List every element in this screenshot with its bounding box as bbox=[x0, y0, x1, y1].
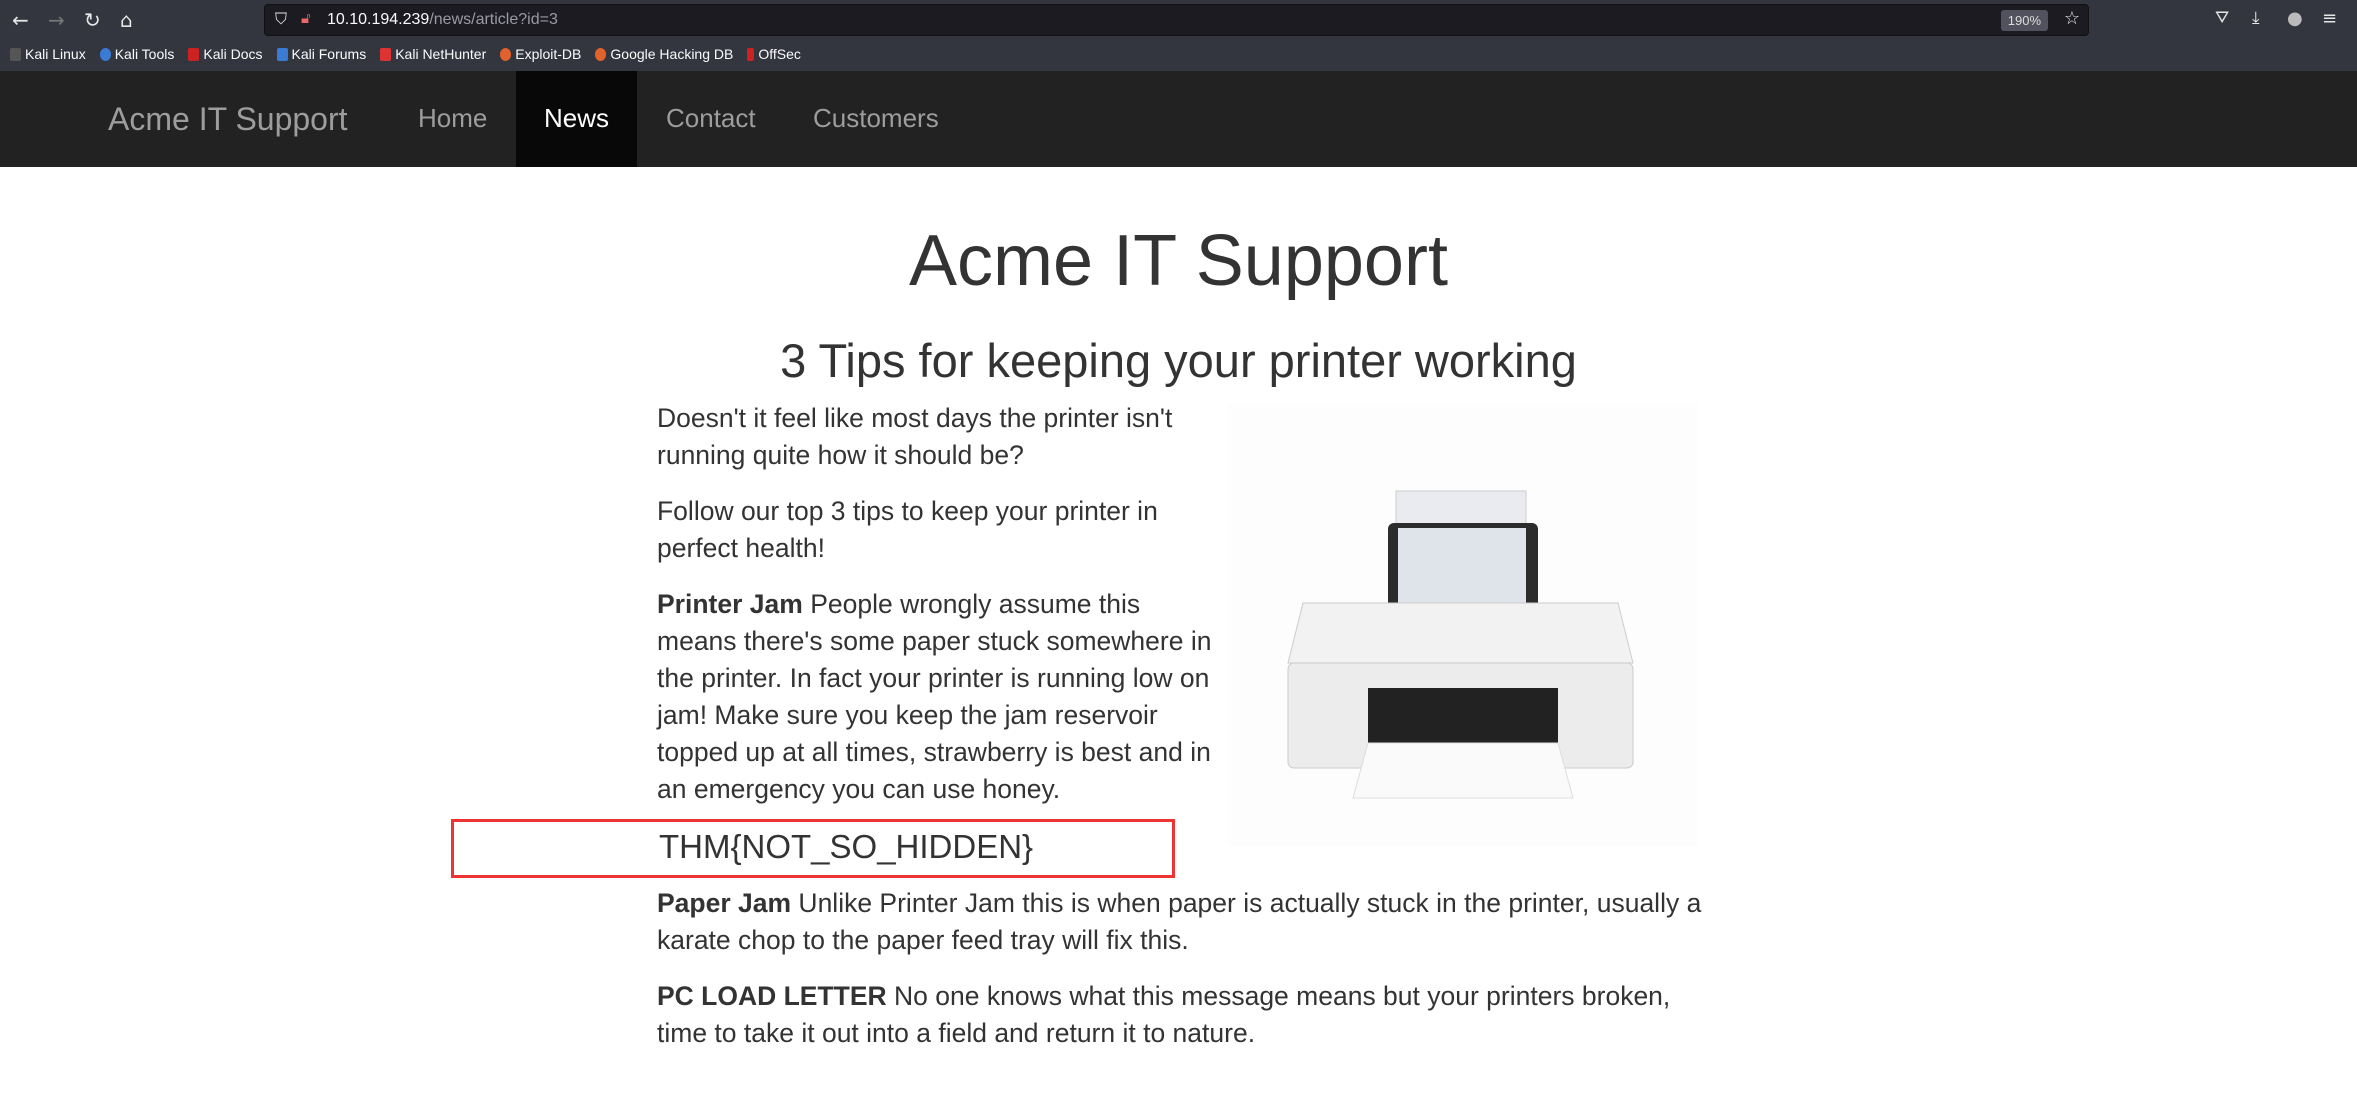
pocket-icon[interactable]: ⛛ bbox=[2215, 8, 2229, 28]
tip-title: Printer Jam bbox=[657, 589, 803, 619]
tip-printer-jam: Printer Jam People wrongly assume this m… bbox=[657, 586, 1227, 808]
bookmark-kali-nethunter[interactable]: Kali NetHunter bbox=[380, 46, 486, 62]
address-bar[interactable]: ⛉ 🔓︎ 10.10.194.239/news/article?id=3 190… bbox=[264, 4, 2089, 36]
bookmark-star-icon[interactable]: ☆ bbox=[2064, 8, 2080, 29]
flag-text: THM{NOT_SO_HIDDEN} bbox=[659, 828, 1034, 865]
menu-icon[interactable]: ≡ bbox=[2322, 8, 2337, 29]
url-path: /news/article?id=3 bbox=[429, 11, 558, 28]
forward-icon[interactable]: → bbox=[48, 8, 65, 32]
home-icon[interactable]: ⌂ bbox=[120, 8, 133, 32]
bookmark-google-hacking-db[interactable]: Google Hacking DB bbox=[595, 46, 733, 62]
tip-text: Unlike Printer Jam this is when paper is… bbox=[657, 888, 1702, 955]
site-brand[interactable]: Acme IT Support bbox=[108, 101, 348, 138]
bookmark-offsec[interactable]: OffSec bbox=[747, 46, 801, 62]
tip-title: PC LOAD LETTER bbox=[657, 981, 887, 1011]
bookmark-kali-forums[interactable]: Kali Forums bbox=[276, 46, 366, 62]
bookmark-kali-docs[interactable]: Kali Docs bbox=[188, 46, 263, 62]
page-title: Acme IT Support bbox=[909, 221, 1448, 301]
bookmarks-bar: Kali Linux Kali Tools Kali Docs Kali For… bbox=[10, 46, 801, 62]
back-icon[interactable]: ← bbox=[12, 8, 29, 32]
shield-icon[interactable]: ⛉ bbox=[275, 9, 287, 29]
intro-paragraph-2: Follow our top 3 tips to keep your print… bbox=[657, 496, 1158, 563]
nav-news[interactable]: News bbox=[516, 71, 638, 167]
tip-paper-jam: Paper Jam Unlike Printer Jam this is whe… bbox=[657, 885, 1702, 959]
tip-text: People wrongly assume this means there's… bbox=[657, 589, 1212, 804]
article-body-lower: Paper Jam Unlike Printer Jam this is whe… bbox=[657, 885, 1702, 1071]
browser-toolbar: ← → ↻ ⌂ ⛉ 🔓︎ 10.10.194.239/news/article?… bbox=[0, 0, 2357, 71]
bookmark-exploit-db[interactable]: Exploit-DB bbox=[500, 46, 581, 62]
bookmark-kali-linux[interactable]: Kali Linux bbox=[10, 46, 86, 62]
reload-icon[interactable]: ↻ bbox=[84, 8, 101, 32]
site-navbar: Acme IT Support Home News Contact Custom… bbox=[0, 71, 2357, 167]
article-title: 3 Tips for keeping your printer working bbox=[780, 334, 1577, 387]
nav-customers[interactable]: Customers bbox=[785, 71, 967, 167]
account-icon[interactable]: ● bbox=[2287, 8, 2303, 29]
nav-home[interactable]: Home bbox=[390, 71, 515, 167]
download-icon[interactable]: ⤓ bbox=[2252, 8, 2260, 28]
tip-title: Paper Jam bbox=[657, 888, 792, 918]
intro-paragraph-1: Doesn't it feel like most days the print… bbox=[657, 403, 1173, 470]
tip-pc-load-letter: PC LOAD LETTER No one knows what this me… bbox=[657, 978, 1702, 1052]
bookmark-kali-tools[interactable]: Kali Tools bbox=[99, 46, 174, 62]
article-body: Doesn't it feel like most days the print… bbox=[657, 400, 1702, 827]
insecure-lock-icon[interactable]: 🔓︎ bbox=[301, 9, 311, 27]
nav-contact[interactable]: Contact bbox=[638, 71, 784, 167]
zoom-level-button[interactable]: 190% bbox=[2000, 10, 2048, 31]
url-host: 10.10.194.239 bbox=[327, 11, 430, 28]
